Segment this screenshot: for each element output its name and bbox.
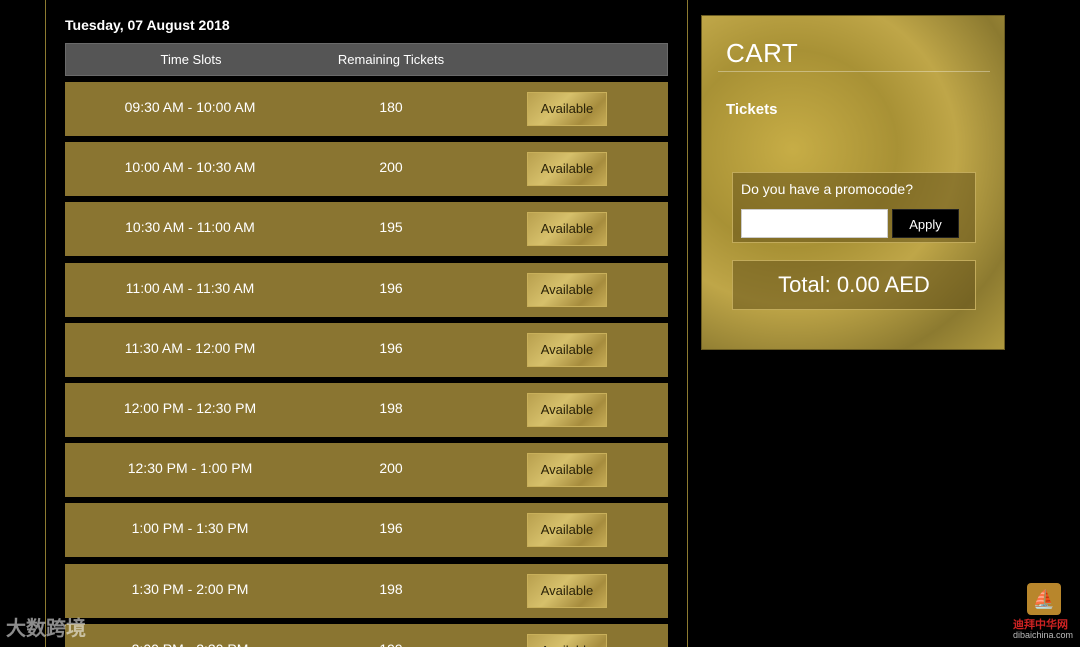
slot-time: 11:30 AM - 12:00 PM — [124, 340, 256, 356]
slot-time: 10:00 AM - 10:30 AM — [124, 159, 256, 175]
left-divider — [45, 0, 46, 647]
slot-time: 1:30 PM - 2:00 PM — [131, 581, 249, 597]
time-slot-row: 1:30 PM - 2:00 PM 198 Available — [65, 564, 668, 618]
available-button[interactable]: Available — [527, 513, 607, 547]
slot-remaining-count: 199 — [355, 641, 427, 647]
total-amount: Total: 0.00 AED — [778, 272, 930, 297]
promocode-box: Do you have a promocode? Apply — [732, 172, 976, 243]
watermark-logo-icon: ⛵ — [1027, 583, 1061, 615]
time-slot-row: 2:00 PM - 2:30 PM 199 Available — [65, 624, 668, 647]
center-divider — [687, 0, 688, 647]
time-slot-row: 11:00 AM - 11:30 AM 196 Available — [65, 263, 668, 317]
available-button[interactable]: Available — [527, 92, 607, 126]
slot-time: 09:30 AM - 10:00 AM — [124, 99, 256, 115]
cart-divider — [718, 71, 990, 72]
slot-remaining-count: 180 — [379, 99, 403, 115]
slot-time: 11:00 AM - 11:30 AM — [125, 280, 255, 296]
table-header: Time Slots Remaining Tickets — [65, 43, 668, 76]
slot-remaining-count: 196 — [379, 340, 403, 356]
available-button[interactable]: Available — [527, 152, 607, 186]
promocode-input[interactable] — [741, 209, 888, 238]
watermark-right-url: dibaichina.com — [1013, 630, 1074, 640]
slot-remaining-count: 196 — [379, 520, 403, 536]
slot-remaining-count: 198 — [379, 581, 403, 597]
slot-time: 12:00 PM - 12:30 PM — [123, 400, 257, 416]
total-box: Total: 0.00 AED — [732, 260, 976, 310]
promocode-label: Do you have a promocode? — [741, 181, 913, 197]
cart-panel: CART Tickets Do you have a promocode? Ap… — [701, 15, 1005, 350]
available-button[interactable]: Available — [527, 574, 607, 608]
slot-remaining-count: 195 — [379, 219, 403, 235]
slot-time: 12:30 PM - 1:00 PM — [127, 460, 253, 476]
slot-remaining-count: 200 — [379, 159, 403, 175]
slot-time: 1:00 PM - 1:30 PM — [131, 520, 249, 536]
slot-remaining-count: 200 — [379, 460, 403, 476]
time-slot-row: 12:00 PM - 12:30 PM 198 Available — [65, 383, 668, 437]
apply-button[interactable]: Apply — [892, 209, 959, 238]
header-time-slots: Time Slots — [160, 52, 222, 67]
available-button[interactable]: Available — [527, 273, 607, 307]
cart-title: CART — [726, 38, 799, 68]
time-slot-row: 1:00 PM - 1:30 PM 196 Available — [65, 503, 668, 557]
available-button[interactable]: Available — [527, 634, 607, 647]
time-slot-row: 09:30 AM - 10:00 AM 180 Available — [65, 82, 668, 136]
slot-time: 2:00 PM - 2:30 PM — [110, 641, 270, 647]
time-slot-row: 12:30 PM - 1:00 PM 200 Available — [65, 443, 668, 497]
time-slot-row: 10:00 AM - 10:30 AM 200 Available — [65, 142, 668, 196]
available-button[interactable]: Available — [527, 453, 607, 487]
time-slot-row: 10:30 AM - 11:00 AM 195 Available — [65, 202, 668, 256]
cart-tickets-label: Tickets — [726, 101, 778, 118]
header-remaining-tickets: Remaining Tickets — [337, 52, 445, 67]
available-button[interactable]: Available — [527, 333, 607, 367]
available-button[interactable]: Available — [527, 393, 607, 427]
available-button[interactable]: Available — [527, 212, 607, 246]
watermark-left: 大数跨境 — [6, 618, 86, 640]
slot-remaining-count: 196 — [379, 280, 403, 296]
slot-remaining-count: 198 — [379, 400, 403, 416]
time-slot-row: 11:30 AM - 12:00 PM 196 Available — [65, 323, 668, 377]
slot-time: 10:30 AM - 11:00 AM — [125, 219, 255, 235]
date-heading: Tuesday, 07 August 2018 — [65, 17, 230, 33]
